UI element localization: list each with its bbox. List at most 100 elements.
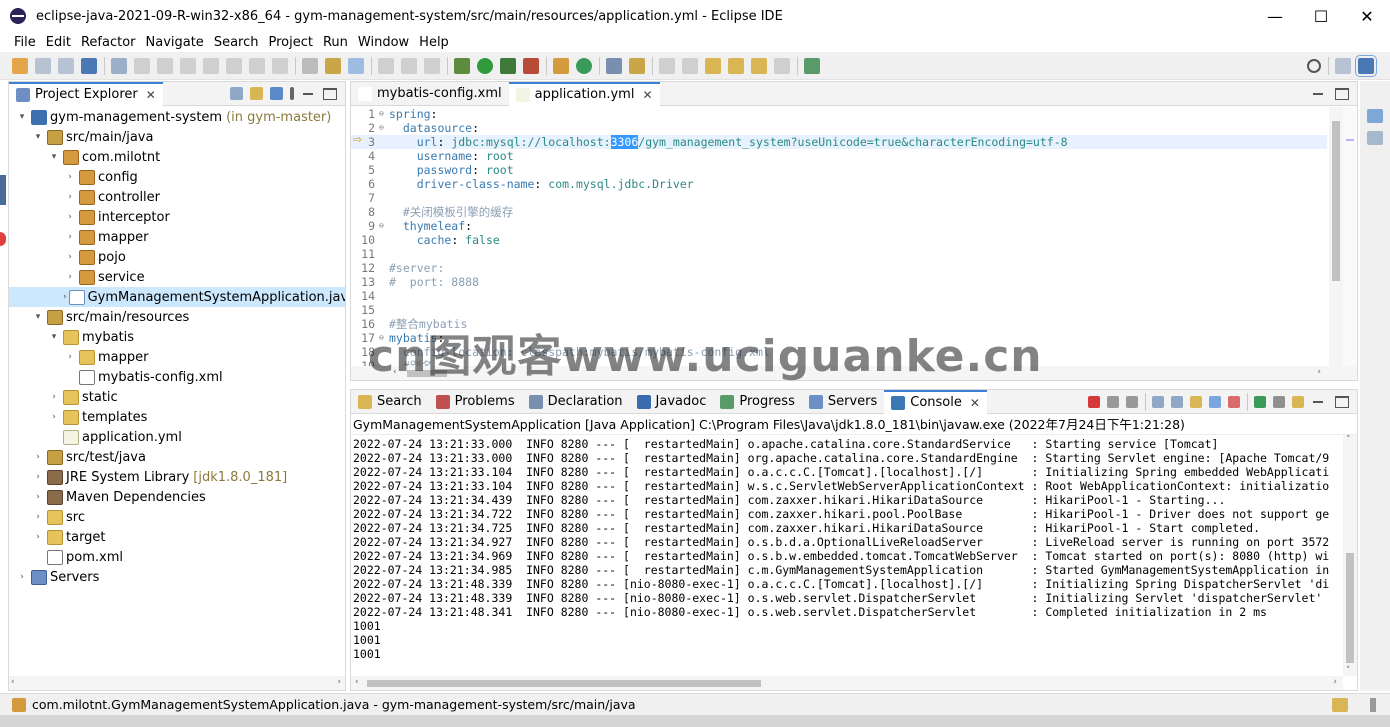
previous-annotation-icon[interactable] <box>682 57 698 74</box>
chevron-right-icon[interactable]: › <box>47 392 61 402</box>
next-annotation-icon[interactable] <box>659 57 675 74</box>
run-icon[interactable] <box>477 57 493 74</box>
word-wrap-icon[interactable] <box>1190 395 1202 408</box>
menu-help[interactable]: Help <box>419 35 449 50</box>
tab-mybatis-config-xml[interactable]: mybatis-config.xml <box>351 82 509 106</box>
java-perspective-icon[interactable] <box>1355 54 1377 77</box>
menu-edit[interactable]: Edit <box>46 35 71 50</box>
clear-console-icon[interactable] <box>1152 395 1164 408</box>
tab-problems[interactable]: Problems <box>429 390 522 414</box>
search-icon[interactable] <box>1307 58 1321 73</box>
tab-application-yml[interactable]: application.yml ✕ <box>508 81 660 106</box>
tree-item[interactable]: › static <box>9 387 345 407</box>
remove-all-terminated-icon[interactable] <box>1126 395 1138 408</box>
pin-console-icon[interactable] <box>1254 395 1266 408</box>
tree-item[interactable]: ▾ com.milotnt <box>9 147 345 167</box>
menu-navigate[interactable]: Navigate <box>146 35 204 50</box>
new-java-project-icon[interactable] <box>553 57 569 74</box>
menu-project[interactable]: Project <box>268 35 312 50</box>
chevron-right-icon[interactable]: › <box>63 352 77 362</box>
minimize-button[interactable]: — <box>1252 0 1298 32</box>
console-horizontal-scrollbar[interactable]: ‹ › <box>351 676 1343 690</box>
chevron-right-icon[interactable]: › <box>31 512 45 522</box>
chevron-right-icon[interactable]: › <box>63 172 77 182</box>
tree-item[interactable]: › src/test/java <box>9 447 345 467</box>
tree-item[interactable]: › Maven Dependencies <box>9 487 345 507</box>
maximize-view-icon[interactable] <box>323 87 337 100</box>
menu-file[interactable]: File <box>14 35 36 50</box>
menu-run[interactable]: Run <box>323 35 348 50</box>
external-tools-icon[interactable] <box>523 57 539 74</box>
tree-item[interactable]: › config <box>9 167 345 187</box>
close-icon[interactable]: ✕ <box>146 88 156 102</box>
chevron-right-icon[interactable]: › <box>31 452 45 462</box>
open-console-icon[interactable] <box>1292 395 1304 408</box>
last-edit-location-icon[interactable] <box>705 57 721 74</box>
tree-item[interactable]: mybatis-config.xml <box>9 367 345 387</box>
fold-collapse-icon[interactable]: ⊖ <box>379 121 387 135</box>
tree-item[interactable]: › Servers <box>9 567 345 587</box>
toggle-mark-occurrences-icon[interactable] <box>348 57 364 74</box>
task-list-icon[interactable] <box>1367 131 1383 145</box>
step-over-icon[interactable] <box>249 57 265 74</box>
outline-icon[interactable] <box>1367 109 1383 123</box>
chevron-right-icon[interactable]: › <box>63 252 77 262</box>
chevron-right-icon[interactable]: › <box>31 472 45 482</box>
filter-icon[interactable] <box>270 87 283 100</box>
tree-item[interactable]: ▾ src/main/java <box>9 127 345 147</box>
console-output[interactable]: 2022-07-24 13:21:33.000 INFO 8280 --- [ … <box>353 437 1341 676</box>
minimize-view-icon[interactable] <box>301 88 315 100</box>
close-icon[interactable]: ✕ <box>642 88 652 102</box>
block-selection-icon[interactable] <box>325 57 341 74</box>
skip-breakpoints-icon[interactable] <box>111 57 127 74</box>
minimize-console-icon[interactable] <box>1311 396 1325 408</box>
tree-item[interactable]: ▾ mybatis <box>9 327 345 347</box>
terminal-icon[interactable] <box>81 57 97 74</box>
console-vertical-scrollbar[interactable]: ˄ ˅ <box>1343 435 1357 676</box>
forward-icon[interactable] <box>774 57 790 74</box>
tree-item[interactable]: › GymManagementSystemApplication.java <box>9 287 345 307</box>
menu-search[interactable]: Search <box>214 35 259 50</box>
pilcrow-icon[interactable] <box>424 57 440 74</box>
chevron-right-icon[interactable]: › <box>31 492 45 502</box>
tree-item[interactable]: › target <box>9 527 345 547</box>
back-icon[interactable] <box>728 57 744 74</box>
chevron-right-icon[interactable]: › <box>63 292 67 302</box>
menu-window[interactable]: Window <box>358 35 409 50</box>
chevron-right-icon[interactable]: › <box>63 192 77 202</box>
chevron-down-icon[interactable]: ▾ <box>31 312 45 322</box>
tab-servers[interactable]: Servers <box>802 390 884 414</box>
remove-launch-icon[interactable] <box>1107 395 1119 408</box>
fold-collapse-icon[interactable]: ⊖ <box>379 107 387 121</box>
show-on-stdout-icon[interactable] <box>1209 395 1221 408</box>
tab-declaration[interactable]: Declaration <box>522 390 630 414</box>
chevron-right-icon[interactable]: › <box>15 572 29 582</box>
tree-item[interactable]: › pojo <box>9 247 345 267</box>
collapse-all-icon[interactable] <box>230 87 243 100</box>
tree-item[interactable]: › src <box>9 507 345 527</box>
close-button[interactable]: ✕ <box>1344 0 1390 32</box>
scroll-lock-icon[interactable] <box>1171 395 1183 408</box>
tab-console[interactable]: Console ✕ <box>884 389 987 414</box>
chevron-right-icon[interactable]: › <box>47 412 61 422</box>
toggle-whitespace-icon[interactable] <box>378 57 394 74</box>
pin-editor-icon[interactable] <box>804 57 820 74</box>
open-perspective-icon[interactable] <box>1335 57 1351 74</box>
tree-item[interactable]: › controller <box>9 187 345 207</box>
maximize-button[interactable]: ☐ <box>1298 0 1344 32</box>
step-return-icon[interactable] <box>272 57 288 74</box>
tree-item[interactable]: application.yml <box>9 427 345 447</box>
tree-item[interactable]: › interceptor <box>9 207 345 227</box>
maximize-console-icon[interactable] <box>1335 395 1349 408</box>
disconnect-icon[interactable] <box>203 57 219 74</box>
tree-item[interactable]: ▾ src/main/resources <box>9 307 345 327</box>
save-all-icon[interactable] <box>58 57 74 74</box>
fold-collapse-icon[interactable]: ⊖ <box>379 331 387 345</box>
maximize-editor-icon[interactable] <box>1335 87 1349 100</box>
editor-vertical-scrollbar[interactable] <box>1329 107 1343 366</box>
tree-item[interactable]: › mapper <box>9 227 345 247</box>
search-flashlight-icon[interactable] <box>629 57 645 74</box>
minimize-editor-icon[interactable] <box>1311 88 1325 100</box>
show-on-stderr-icon[interactable] <box>1228 395 1240 408</box>
chevron-right-icon[interactable]: › <box>63 272 77 282</box>
